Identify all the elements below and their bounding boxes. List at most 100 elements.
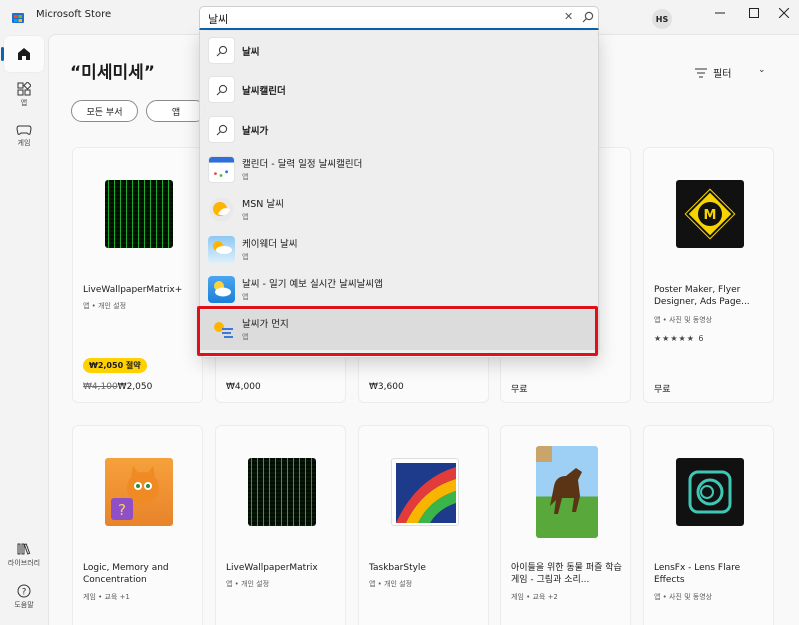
app-name: LensFx - Lens Flare Effects	[654, 563, 741, 585]
app-thumbnail: M	[676, 180, 744, 248]
suggestion-item[interactable]: 날씨가	[200, 110, 600, 150]
app-card[interactable]: ? Logic, Memory and Concentration 게임 • 교…	[72, 425, 203, 625]
suggestion-subtitle: 앱	[242, 293, 249, 301]
lensfx-logo-icon	[688, 470, 732, 514]
suggestion-text: 날씨가 먼지	[242, 319, 289, 330]
app-price: ₩4,000	[226, 382, 261, 392]
nav-apps[interactable]: 앱	[4, 82, 44, 108]
suggestion-item[interactable]: 케이웨더 날씨 앱	[200, 230, 600, 270]
app-price: ₩4,100₩2,050	[83, 382, 152, 392]
app-meta: 앱 • 개인 설정	[369, 580, 413, 588]
kweather-icon	[208, 236, 235, 263]
maximize-button[interactable]	[744, 3, 764, 23]
app-name: LiveWallpaperMatrix+	[83, 285, 183, 295]
nav-help-label: 도움말	[14, 601, 34, 609]
rating-stars: ★★★★★ 6	[654, 334, 705, 343]
clear-search-icon[interactable]: ✕	[564, 10, 573, 23]
app-card[interactable]: M Poster Maker, Flyer Designer, Ads Page…	[643, 147, 774, 403]
app-name: 아이들을 위한 동물 퍼즐 학습 게임 - 그림과 소리...	[511, 563, 622, 585]
app-meta: 앱 • 개인 설정	[83, 302, 127, 310]
minimize-icon	[715, 12, 725, 14]
nav-games[interactable]: 게임	[4, 124, 44, 148]
taskbarstyle-logo-icon	[396, 463, 456, 523]
suggestion-text: 케이웨더 날씨	[242, 239, 298, 250]
horse-puzzle-icon	[536, 446, 582, 514]
suggestion-item[interactable]: 캘린더 - 달력 일정 날씨캘린더 앱	[200, 150, 600, 190]
app-thumbnail	[676, 458, 744, 526]
msn-weather-icon	[208, 196, 235, 223]
search-icon	[208, 37, 235, 64]
nav-library[interactable]: 라이브러리	[4, 542, 44, 568]
suggestion-text: 캘린더 - 달력 일정 날씨캘린더	[242, 159, 363, 170]
minimize-button[interactable]	[710, 3, 730, 23]
suggestion-item[interactable]: MSN 날씨 앱	[200, 190, 600, 230]
app-card[interactable]: LiveWallpaperMatrix+ 앱 • 개인 설정 ₩2,050 절약…	[72, 147, 203, 403]
user-avatar[interactable]: HS	[652, 9, 672, 29]
suggestion-subtitle: 앱	[242, 333, 249, 341]
app-name: LiveWallpaperMatrix	[226, 563, 318, 573]
app-card[interactable]: TaskbarStyle 앱 • 개인 설정	[358, 425, 489, 625]
app-thumbnail: ?	[105, 458, 173, 526]
app-card[interactable]: 아이들을 위한 동물 퍼즐 학습 게임 - 그림과 소리... 게임 • 교육 …	[500, 425, 631, 625]
suggestion-text: 날씨캘린더	[242, 86, 286, 97]
apps-icon	[17, 82, 31, 96]
filter-label: 필터	[713, 69, 732, 80]
app-meta: 게임 • 교육 +1	[83, 593, 130, 601]
app-name: Poster Maker, Flyer Designer, Ads Page..…	[654, 285, 750, 307]
suggestion-item[interactable]: 날씨캘린더	[200, 70, 600, 110]
app-card[interactable]: LensFx - Lens Flare Effects 앱 • 사진 및 동영상	[643, 425, 774, 625]
suggestion-text: 날씨	[242, 47, 260, 58]
filter-button[interactable]: 필터	[695, 65, 731, 80]
rating-count: 6	[698, 334, 705, 343]
discount-badge: ₩2,050 절약	[83, 358, 147, 373]
page-title: “미세미세”	[70, 63, 155, 83]
app-meta: 앱 • 사진 및 동영상	[654, 593, 713, 601]
window-title: Microsoft Store	[36, 9, 112, 20]
library-icon	[17, 543, 31, 555]
suggestion-item[interactable]: 날씨	[200, 31, 600, 71]
suggestion-item[interactable]: 날씨 - 일기 예보 실시간 날씨날씨앱 앱	[200, 270, 600, 310]
app-thumbnail	[105, 180, 173, 248]
search-input[interactable]: 날씨 ✕	[199, 6, 599, 30]
svg-text:M: M	[704, 208, 717, 223]
suggestion-text: 날씨가	[242, 126, 269, 137]
app-thumbnail	[248, 458, 316, 526]
suggestion-text: 날씨 - 일기 예보 실시간 날씨날씨앱	[242, 279, 383, 290]
search-icon	[208, 116, 235, 143]
cat-game-icon: ?	[111, 466, 159, 520]
nav-help[interactable]: ? 도움말	[4, 584, 44, 610]
app-name: Logic, Memory and Concentration	[83, 563, 169, 585]
gamepad-icon	[16, 125, 32, 135]
close-icon	[779, 8, 789, 18]
close-button[interactable]	[774, 3, 794, 23]
poster-maker-logo-icon: M	[684, 188, 736, 240]
nav-apps-label: 앱	[20, 99, 28, 107]
filter-icon	[695, 68, 707, 77]
filter-chevron-down-icon[interactable]: ⌄	[758, 65, 766, 75]
app-meta: 앱 • 개인 설정	[226, 580, 270, 588]
suggestion-subtitle: 앱	[242, 173, 249, 181]
app-price: 무료	[654, 385, 671, 395]
old-price: ₩4,100	[83, 382, 118, 392]
nav-library-label: 라이브러리	[7, 559, 41, 567]
weather-app-icon	[208, 276, 235, 303]
app-meta: 앱 • 사진 및 동영상	[654, 316, 713, 324]
nav-home[interactable]	[1, 36, 44, 72]
chip-apps[interactable]: 앱	[146, 100, 206, 122]
search-query: 날씨	[208, 13, 229, 26]
nav-games-label: 게임	[17, 139, 31, 147]
suggestion-item-selected[interactable]: 날씨가 먼지 앱	[200, 310, 600, 350]
chip-all-departments[interactable]: 모든 부서	[71, 100, 138, 122]
svg-text:?: ?	[118, 501, 126, 519]
sale-price: ₩2,050	[117, 382, 153, 392]
app-card[interactable]: LiveWallpaperMatrix 앱 • 개인 설정	[215, 425, 346, 625]
search-icon[interactable]	[582, 11, 594, 23]
app-price: ₩3,600	[369, 382, 404, 392]
suggestion-text: MSN 날씨	[242, 199, 284, 210]
app-thumbnail	[391, 458, 459, 526]
suggestion-subtitle: 앱	[242, 253, 249, 261]
suggestion-subtitle: 앱	[242, 213, 249, 221]
home-icon	[18, 48, 30, 60]
svg-text:?: ?	[22, 588, 27, 598]
maximize-icon	[749, 8, 759, 18]
